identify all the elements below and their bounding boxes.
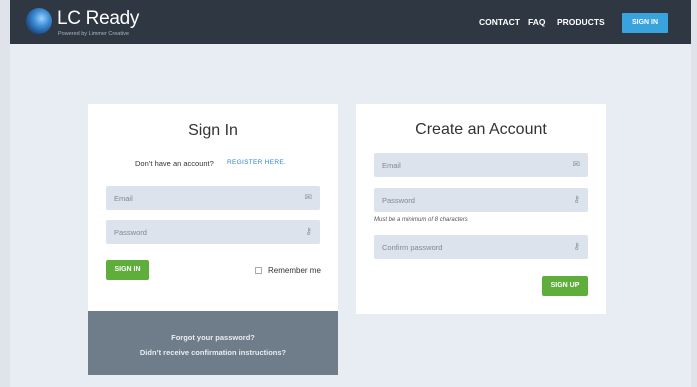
brand-tagline: Powered by Limmer Creative — [58, 31, 129, 37]
top-header: LC Ready Powered by Limmer Creative CONT… — [10, 0, 691, 44]
signin-footer: Forgot your password? Didn’t receive con… — [88, 311, 338, 375]
remember-me-checkbox[interactable] — [255, 267, 262, 274]
password-hint: Must be a minimum of 8 characters — [374, 217, 468, 223]
create-password-placeholder: Password — [382, 196, 415, 205]
signin-password-field[interactable]: Password ⚷ — [106, 220, 320, 244]
nav-faq-link[interactable]: FAQ — [528, 17, 545, 27]
remember-me-option[interactable]: Remember me — [255, 266, 321, 275]
register-link[interactable]: REGISTER HERE. — [227, 159, 286, 166]
header-signin-button[interactable]: SIGN IN — [622, 13, 668, 33]
confirm-password-field[interactable]: Confirm password ⚷ — [374, 235, 588, 259]
signin-email-placeholder: Email — [114, 194, 133, 203]
envelope-icon: ✉ — [304, 192, 312, 202]
signin-title: Sign In — [188, 122, 238, 139]
nav-contact-link[interactable]: CONTACT — [479, 17, 520, 27]
forgot-password-link[interactable]: Forgot your password? — [88, 333, 338, 342]
remember-me-label: Remember me — [268, 266, 321, 275]
create-email-placeholder: Email — [382, 161, 401, 170]
signin-email-field[interactable]: Email ✉ — [106, 186, 320, 210]
create-account-title: Create an Account — [415, 121, 547, 138]
signin-card: Sign In Don’t have an account? REGISTER … — [88, 104, 338, 311]
nav-products-link[interactable]: PRODUCTS — [557, 17, 605, 27]
brand-name[interactable]: LC Ready — [57, 8, 139, 30]
key-icon: ⚷ — [573, 194, 580, 204]
signin-password-placeholder: Password — [114, 228, 147, 237]
envelope-icon: ✉ — [572, 159, 580, 169]
resend-confirmation-link[interactable]: Didn’t receive confirmation instructions… — [88, 348, 338, 357]
create-email-field[interactable]: Email ✉ — [374, 153, 588, 177]
signup-submit-button[interactable]: SIGN UP — [542, 276, 588, 296]
key-icon: ⚷ — [305, 226, 312, 236]
create-account-card: Create an Account Email ✉ Password ⚷ Mus… — [356, 104, 606, 314]
confirm-password-placeholder: Confirm password — [382, 243, 443, 252]
signin-submit-button[interactable]: SIGN IN — [106, 260, 149, 280]
globe-logo-icon — [26, 8, 52, 34]
no-account-text: Don’t have an account? — [135, 159, 214, 168]
key-icon: ⚷ — [573, 241, 580, 251]
create-password-field[interactable]: Password ⚷ — [374, 188, 588, 212]
